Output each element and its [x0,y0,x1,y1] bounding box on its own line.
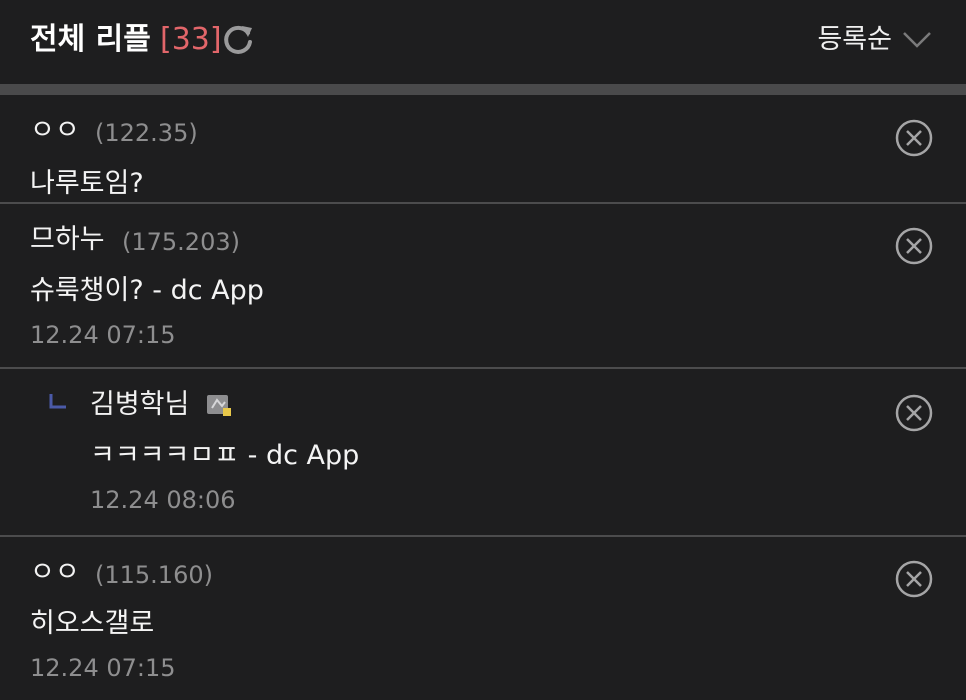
sort-label: 등록순 [817,24,892,55]
chevron-down-icon [903,32,931,48]
comment-author[interactable]: 므하누 [30,222,105,258]
comment-text: 나루토임? [30,168,144,199]
comment-author[interactable]: 김병학님 [90,387,189,423]
refresh-icon[interactable] [220,22,256,58]
comment-text: 히오스갤로 [30,608,155,639]
comment-ip: (122.35) [95,119,198,147]
comment-ip: (175.203) [122,228,240,256]
header-divider [0,84,966,95]
close-circle-icon[interactable] [894,226,934,266]
comment-author[interactable]: ㅇㅇ [30,555,80,591]
comment-date: 12.24 07:15 [30,321,176,349]
comment-date: 12.24 07:15 [30,654,176,682]
close-circle-icon[interactable] [894,393,934,433]
reply-arrow-icon [49,394,66,409]
comments-title: 전체 리플 [30,22,151,57]
comment-text: ㅋㅋㅋㅋㅁㅍ - dc App [90,440,360,471]
close-circle-icon[interactable] [894,118,934,158]
comment-item: ㅇㅇ (122.35) 나루토임? [0,95,966,204]
gallog-icon[interactable] [206,393,232,417]
comment-author[interactable]: ㅇㅇ [30,113,80,149]
comment-date: 12.24 08:06 [90,486,236,514]
comment-count: [33] [160,22,222,57]
reply-item: 김병학님 ㅋㅋㅋㅋㅁㅍ - dc App 12.24 08:06 [0,369,966,537]
close-circle-icon[interactable] [894,559,934,599]
comment-text: 슈룩챙이? - dc App [30,275,264,306]
comment-header: 전체 리플 [33] 등록순 [0,0,966,84]
comment-ip: (115.160) [95,561,213,589]
sort-dropdown[interactable]: 등록순 [817,20,932,60]
comment-item: ㅇㅇ (115.160) 히오스갤로 12.24 07:15 [0,537,966,700]
comment-item: 므하누 (175.203) 슈룩챙이? - dc App 12.24 07:15 [0,204,966,369]
